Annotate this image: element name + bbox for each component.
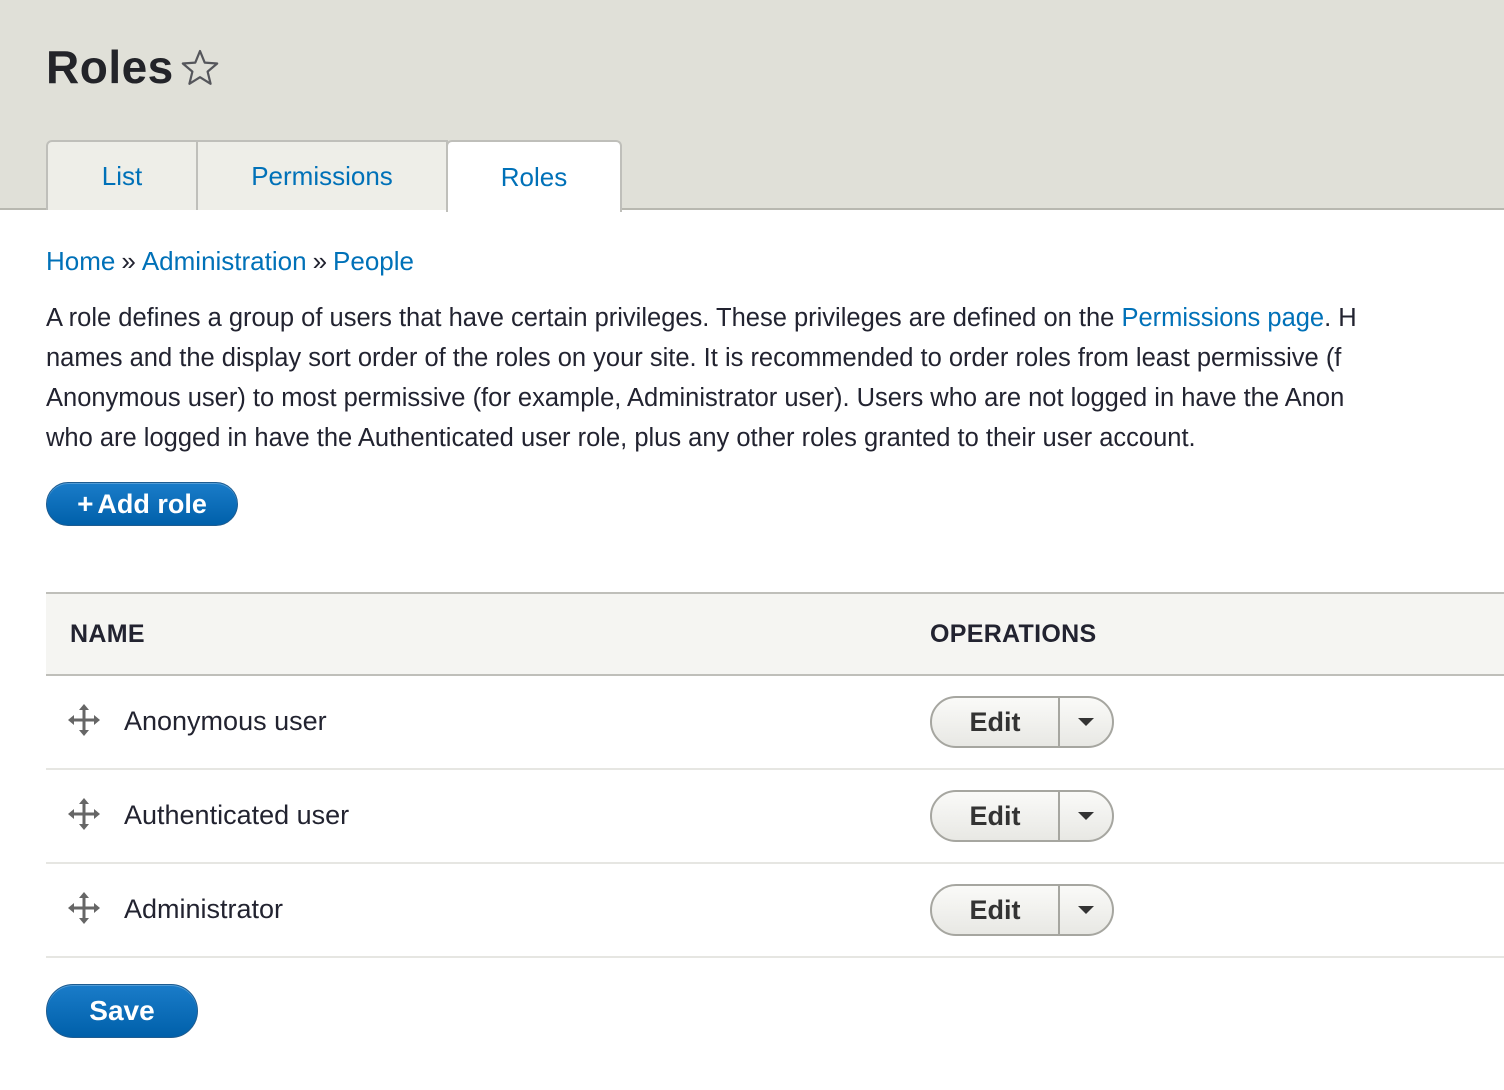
save-button[interactable]: Save xyxy=(46,984,198,1038)
help-text-line: who are logged in have the Authenticated… xyxy=(46,424,1196,452)
move-handle-icon[interactable] xyxy=(68,892,100,924)
help-text-line: Anonymous user) to most permissive (for … xyxy=(46,384,1345,412)
tab-roles[interactable]: Roles xyxy=(446,140,622,212)
column-header-operations: OPERATIONS xyxy=(930,620,1097,648)
table-row: Authenticated user Edit xyxy=(46,770,1504,864)
tab-permissions[interactable]: Permissions xyxy=(196,140,448,210)
star-icon[interactable] xyxy=(180,48,220,88)
role-name: Administrator xyxy=(124,894,284,924)
help-text-line: names and the display sort order of the … xyxy=(46,344,1342,372)
breadcrumb-administration[interactable]: Administration xyxy=(142,246,307,276)
dropbutton-toggle[interactable] xyxy=(1060,698,1112,746)
add-role-button[interactable]: + Add role xyxy=(46,482,238,526)
breadcrumb-separator: » xyxy=(312,246,328,276)
role-name: Anonymous user xyxy=(124,706,327,736)
help-text: A role defines a group of users that hav… xyxy=(46,298,1504,458)
operations-dropbutton: Edit xyxy=(930,790,1114,842)
operations-dropbutton: Edit xyxy=(930,696,1114,748)
table-header: NAME OPERATIONS xyxy=(46,592,1504,676)
column-header-name: NAME xyxy=(70,620,145,648)
breadcrumb-separator: » xyxy=(121,246,136,276)
caret-down-icon xyxy=(1078,812,1094,820)
page-title: Roles xyxy=(46,41,174,93)
operations-dropbutton: Edit xyxy=(930,884,1114,936)
tab-list[interactable]: List xyxy=(46,140,198,210)
breadcrumb-home[interactable]: Home xyxy=(46,246,115,276)
primary-tabs: List Permissions Roles xyxy=(46,140,622,212)
breadcrumb-people[interactable]: People xyxy=(333,246,414,276)
table-row: Administrator Edit xyxy=(46,864,1504,958)
edit-button[interactable]: Edit xyxy=(932,698,1060,746)
move-handle-icon[interactable] xyxy=(68,704,100,736)
dropbutton-toggle[interactable] xyxy=(1060,886,1112,934)
roles-table: NAME OPERATIONS Anonymous user Edit Auth… xyxy=(46,592,1504,958)
breadcrumb: Home» Administration» People xyxy=(46,246,414,277)
table-row: Anonymous user Edit xyxy=(46,676,1504,770)
permissions-page-link[interactable]: Permissions page xyxy=(1121,304,1324,332)
move-handle-icon[interactable] xyxy=(68,798,100,830)
add-role-label: Add role xyxy=(97,488,207,519)
dropbutton-toggle[interactable] xyxy=(1060,792,1112,840)
role-name: Authenticated user xyxy=(124,800,350,830)
caret-down-icon xyxy=(1078,906,1094,914)
edit-button[interactable]: Edit xyxy=(932,886,1060,934)
help-text-line: A role defines a group of users that hav… xyxy=(46,304,1357,332)
caret-down-icon xyxy=(1078,718,1094,726)
plus-icon: + xyxy=(77,488,94,519)
edit-button[interactable]: Edit xyxy=(932,792,1060,840)
page-header: Roles List Permissions Roles xyxy=(0,0,1504,212)
